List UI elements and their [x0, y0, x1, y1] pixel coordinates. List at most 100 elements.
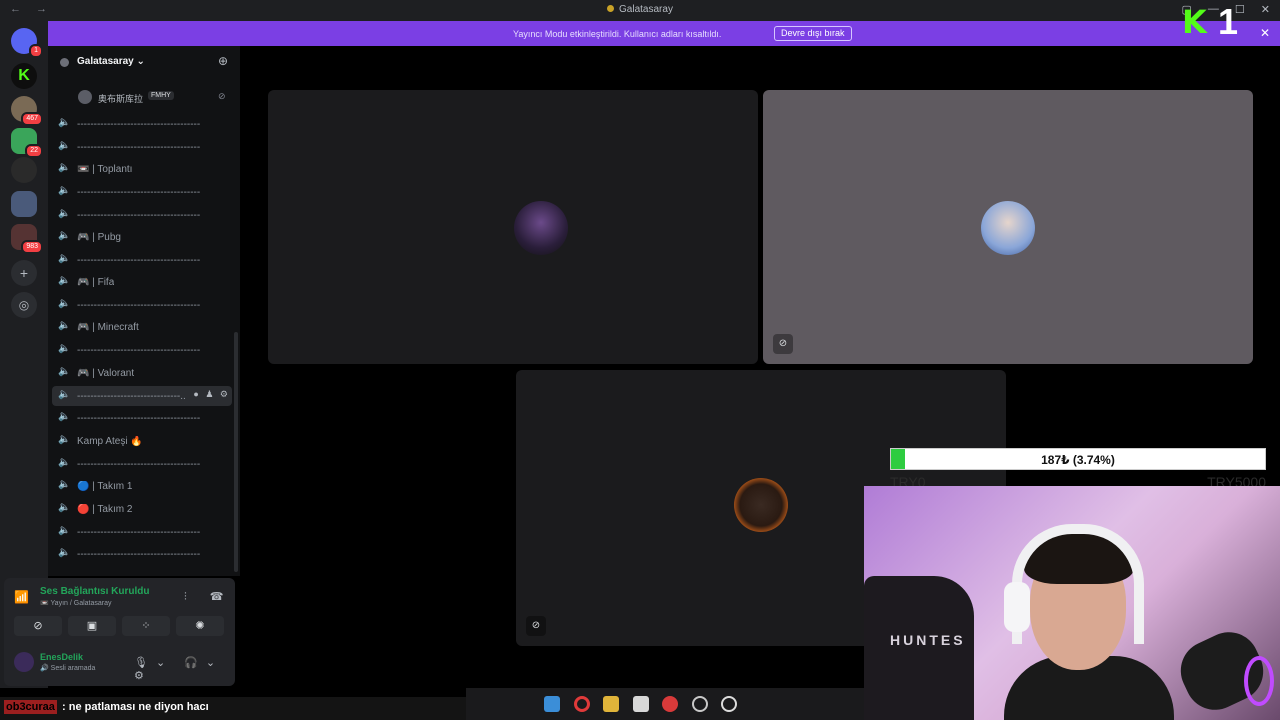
file-explorer-icon[interactable]	[603, 696, 619, 712]
voice-channel[interactable]: 🔈 -------------------------------------	[52, 137, 232, 157]
channel-label: -------------------------------------	[77, 345, 201, 356]
voice-channel[interactable]: 🔈 -------------------------------------	[52, 340, 232, 360]
add-server-icon[interactable]: +	[11, 260, 37, 286]
invite-people-icon[interactable]: ⊕	[218, 54, 228, 68]
speaker-icon: 🔈	[58, 275, 71, 286]
muted-icon: ⊘	[526, 616, 546, 636]
speaker-icon: 🔈	[58, 230, 71, 241]
windows-start-icon[interactable]	[544, 696, 560, 712]
channel-label: Kamp Ateşi 🔥	[77, 436, 143, 447]
server-icon[interactable]	[11, 157, 37, 183]
server-icon[interactable]: 467	[11, 96, 43, 126]
voice-channel[interactable]: 🔈 -------------------------------------	[52, 114, 232, 134]
server-icon[interactable]: 22	[11, 128, 43, 158]
avatar	[734, 478, 788, 532]
voice-channel[interactable]: 🔈 -------------------------------------	[52, 250, 232, 270]
discord-home-icon[interactable]: 1	[11, 28, 43, 58]
notification-badge: 22	[25, 144, 43, 158]
voice-channel[interactable]: 🔈 Kamp Ateşi 🔥	[52, 431, 232, 451]
voice-channel[interactable]: 🔈 -------------------------------------	[52, 544, 232, 564]
participant-tile[interactable]	[268, 90, 758, 364]
voice-channel[interactable]: 🔈 -------------------------------------	[52, 295, 232, 315]
avatar	[981, 201, 1035, 255]
window-title-text: Galatasaray	[619, 4, 673, 15]
soundboard-button[interactable]: ✺	[176, 616, 224, 636]
guild-header[interactable]: Galatasaray ⌄ ⊕	[48, 46, 240, 78]
disable-streamer-mode-button[interactable]: Devre dışı bırak	[774, 26, 852, 41]
camera-off-button[interactable]: ⊘	[14, 616, 62, 636]
voice-channel-name[interactable]: 📼 Yayın / Galatasaray	[40, 599, 112, 607]
guild-icon	[607, 5, 615, 12]
voice-channel[interactable]: 🔈 🎮 | Fifa	[52, 272, 232, 292]
guild-name-text: Galatasaray	[77, 56, 134, 67]
avatar[interactable]	[14, 652, 34, 672]
channel-label: -------------------------------------	[77, 119, 201, 130]
speaker-icon: 🔈	[58, 253, 71, 264]
channel-label: -------------------------------------	[77, 459, 201, 470]
chat-overlay: ob3curaa : ne patlaması ne diyon hacı	[0, 697, 466, 720]
voice-channel[interactable]: 🔈 📼 | Toplantı	[52, 159, 232, 179]
speaker-icon: 🔈	[58, 434, 71, 445]
speaker-icon: 🔈	[58, 162, 71, 173]
opera-icon[interactable]	[574, 696, 590, 712]
voice-status: Ses Bağlantısı Kuruldu	[40, 586, 150, 597]
rgb-light	[1244, 656, 1274, 706]
voice-tools[interactable]: ⫶ ☎	[184, 590, 234, 604]
voice-channel[interactable]: 🔈 🔴 | Takım 2	[52, 499, 232, 519]
speaker-icon: 🔈	[58, 457, 71, 468]
media-player-icon[interactable]	[662, 696, 678, 712]
server-folder-icon[interactable]: 983	[11, 224, 43, 254]
guild-icon	[60, 58, 69, 67]
user-controls[interactable]: 🎙⌄ 🎧⌄ ⚙	[134, 656, 235, 682]
avatar	[514, 201, 568, 255]
channel-label: -------------------------------...	[77, 391, 185, 402]
gaming-chair	[864, 576, 974, 720]
muted-icon: ⊘	[773, 334, 793, 354]
server-icon[interactable]	[11, 191, 37, 217]
voice-channel[interactable]: 🔈 🎮 | Valorant	[52, 363, 232, 383]
voice-channel[interactable]: 🔈 🎮 | Minecraft	[52, 317, 232, 337]
voice-channel[interactable]: 🔈 -------------------------------------	[52, 205, 232, 225]
voice-channel[interactable]: 🔈 -------------------------------------	[52, 182, 232, 202]
channel-label: -------------------------------------	[77, 300, 201, 311]
donation-goal-bar: 187₺ (3.74%)	[890, 448, 1266, 470]
viewer-count: 1	[1218, 1, 1239, 42]
voice-channel[interactable]: 🔈 🔵 | Takım 1	[52, 476, 232, 496]
speaker-icon: 🔈	[58, 502, 71, 513]
channel-label: 🎮 | Valorant	[77, 368, 135, 379]
channel-label: 🎮 | Minecraft	[77, 322, 139, 333]
speaker-icon: 🔈	[58, 389, 71, 400]
chat-message: : ne patlaması ne diyon hacı	[62, 701, 209, 713]
channel-label: -------------------------------------	[77, 187, 201, 198]
speaker-icon: 🔈	[58, 343, 71, 354]
banner-close-icon[interactable]: ✕	[1260, 26, 1270, 40]
speaker-icon: 🔈	[58, 479, 71, 490]
sync-icon[interactable]	[692, 696, 708, 712]
donation-goal-labels: TRY0 TRY5000	[890, 474, 1266, 490]
banner-message: Yayıncı Modu etkinleştirildi. Kullanıcı …	[513, 29, 722, 39]
headset-earcup	[1004, 582, 1030, 632]
notepad-icon[interactable]	[633, 696, 649, 712]
title-bar: ← → Galatasaray ▢ — ☐ ✕	[0, 0, 1280, 21]
voice-member[interactable]: 奥布斯库拉 FMHY ⊘	[78, 89, 228, 105]
screen-share-button[interactable]: ▣	[68, 616, 116, 636]
activities-button[interactable]: ⁘	[122, 616, 170, 636]
voice-channel[interactable]: 🔈 🎮 | Pubg	[52, 227, 232, 247]
participant-tile[interactable]: ⊘	[763, 90, 1253, 364]
channel-label: -------------------------------------	[77, 210, 201, 221]
voice-channel-selected[interactable]: 🔈 -------------------------------... ● ♟ ⚙	[52, 386, 232, 406]
channel-label: -------------------------------------	[77, 142, 201, 153]
close-icon[interactable]: ✕	[1261, 3, 1270, 16]
headset	[1012, 524, 1144, 644]
speaker-icon: 🔈	[58, 117, 71, 128]
discover-icon[interactable]: ◎	[11, 292, 37, 318]
voice-channel[interactable]: 🔈 -------------------------------------	[52, 408, 232, 428]
muted-mic-icon: ⊘	[218, 91, 226, 101]
speaker-icon: 🔈	[58, 547, 71, 558]
voice-channel[interactable]: 🔈 -------------------------------------	[52, 454, 232, 474]
channel-scrollbar[interactable]	[234, 332, 238, 572]
kick-server-icon[interactable]: K	[11, 63, 37, 89]
obs-icon[interactable]	[721, 696, 737, 712]
voice-channel[interactable]: 🔈 -------------------------------------	[52, 522, 232, 542]
channel-tools[interactable]: ● ♟ ⚙	[193, 389, 230, 400]
